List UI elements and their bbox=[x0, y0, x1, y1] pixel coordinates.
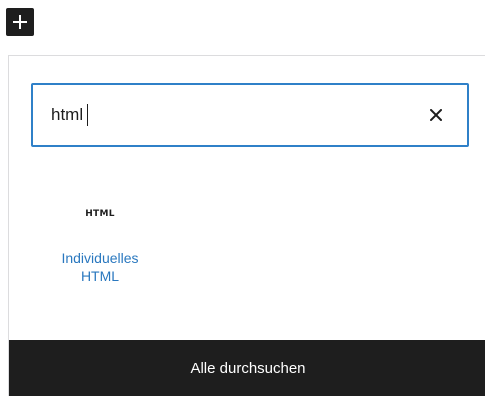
block-inserter-popover: HTML Individuelles HTML Alle durchsuchen bbox=[8, 55, 485, 396]
browse-all-label: Alle durchsuchen bbox=[190, 360, 306, 377]
close-icon bbox=[430, 109, 442, 121]
inserter-toggle-button[interactable] bbox=[6, 8, 34, 36]
html-block-icon: HTML bbox=[85, 209, 115, 219]
block-search-input[interactable] bbox=[51, 85, 391, 145]
block-search-box bbox=[31, 83, 469, 147]
plus-icon bbox=[13, 15, 27, 29]
text-cursor bbox=[87, 104, 88, 126]
browse-all-button[interactable]: Alle durchsuchen bbox=[9, 340, 485, 396]
block-item-custom-html[interactable]: HTML Individuelles HTML bbox=[45, 191, 155, 311]
block-item-label: Individuelles HTML bbox=[61, 250, 139, 284]
editor-stage: HTML Individuelles HTML Alle durchsuchen bbox=[0, 0, 485, 396]
clear-search-button[interactable] bbox=[419, 98, 453, 132]
